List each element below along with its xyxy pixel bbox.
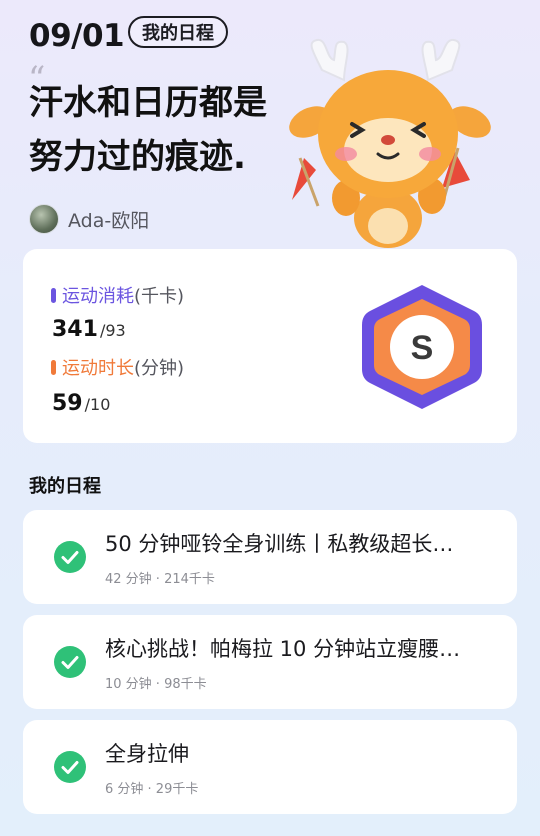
my-schedule-tag[interactable]: 我的日程 [128, 16, 228, 48]
duration-number: 59 [52, 391, 83, 416]
stats-card: 运动消耗 (千卡) 341 /93 运动时长 (分钟) 59 /10 S [23, 249, 517, 443]
calories-marker [51, 287, 56, 303]
deer-mascot-illustration [289, 38, 491, 248]
schedule-item-title: 核心挑战！帕梅拉 10 分钟站立瘦腰… [105, 637, 461, 661]
check-circle-icon [54, 751, 86, 783]
schedule-item-meta: 6 分钟 · 29千卡 [105, 782, 199, 797]
duration-unit: (分钟) [134, 358, 185, 379]
avatar [29, 204, 59, 234]
calories-number: 341 [52, 317, 98, 342]
slogan-line-2: 努力过的痕迹. [29, 137, 246, 177]
check-circle-icon [54, 646, 86, 678]
duration-value: 59 /10 [52, 391, 110, 416]
schedule-item-title: 50 分钟哑铃全身训练丨私教级超长… [105, 532, 454, 556]
schedule-item-meta: 10 分钟 · 98千卡 [105, 677, 207, 692]
schedule-item[interactable]: 50 分钟哑铃全身训练丨私教级超长… 42 分钟 · 214千卡 [23, 510, 517, 604]
schedule-item-meta: 42 分钟 · 214千卡 [105, 572, 215, 587]
duration-marker [51, 359, 56, 375]
badge-letter: S [411, 329, 434, 367]
schedule-item[interactable]: 核心挑战！帕梅拉 10 分钟站立瘦腰… 10 分钟 · 98千卡 [23, 615, 517, 709]
author: Ada-欧阳 [29, 204, 149, 234]
calories-target: /93 [99, 321, 126, 340]
calories-label: 运动消耗 (千卡) [51, 282, 184, 308]
slogan-line-1: 汗水和日历都是 [29, 83, 267, 123]
duration-label-text: 运动时长 [62, 358, 134, 379]
slogan: 汗水和日历都是 努力过的痕迹. [29, 76, 267, 184]
check-circle-icon [54, 541, 86, 573]
calories-unit: (千卡) [134, 286, 185, 307]
header: 09/01 我的日程 “ 汗水和日历都是 努力过的痕迹. Ada-欧阳 [0, 0, 540, 250]
schedule-item-title: 全身拉伸 [105, 742, 189, 766]
level-s-badge-icon: S [362, 285, 482, 409]
schedule-item[interactable]: 全身拉伸 6 分钟 · 29千卡 [23, 720, 517, 814]
date-label: 09/01 [29, 18, 125, 54]
duration-label: 运动时长 (分钟) [51, 354, 184, 380]
calories-label-text: 运动消耗 [62, 286, 134, 307]
author-name: Ada-欧阳 [68, 209, 150, 232]
duration-target: /10 [84, 395, 111, 414]
calories-value: 341 /93 [52, 317, 126, 342]
schedule-section-title: 我的日程 [29, 476, 101, 497]
